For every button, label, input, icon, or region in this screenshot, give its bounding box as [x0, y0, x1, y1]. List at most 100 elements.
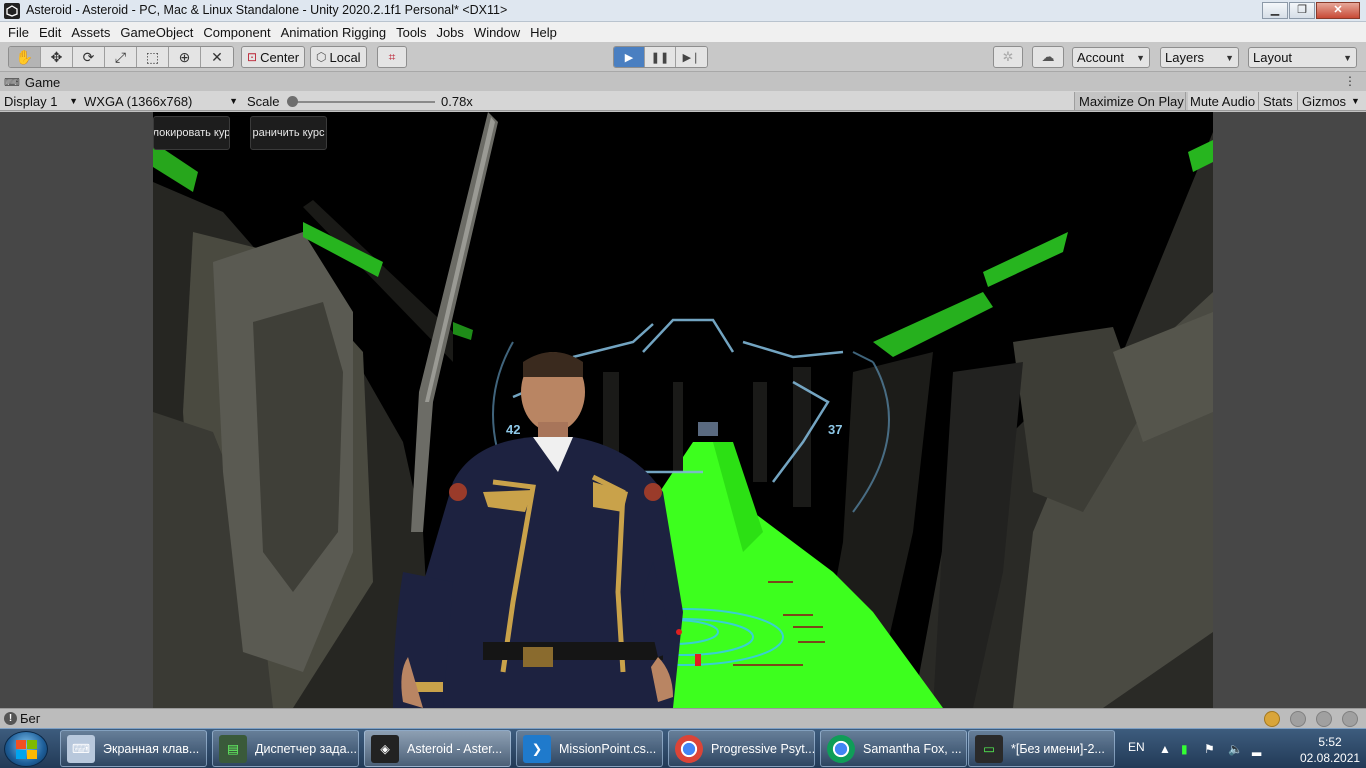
minimize-button[interactable]: ▁ [1262, 2, 1288, 19]
layout-label: Layout [1253, 50, 1293, 65]
layout-dropdown[interactable]: Layout ▼ [1248, 47, 1357, 68]
pivot-center-toggle[interactable]: ⊡ Center [241, 46, 306, 68]
mute-audio-toggle[interactable]: Mute Audio [1185, 92, 1259, 110]
lock-cursor-button[interactable]: локировать кур [153, 116, 230, 150]
cloud-button[interactable]: ☁ [1032, 46, 1064, 68]
hand-tool-icon[interactable]: ✋ [9, 47, 41, 67]
task-unity[interactable]: ◈ Asteroid - Aster... [364, 730, 511, 767]
network-activity-icon[interactable]: ▮ [1181, 742, 1193, 756]
status-bar: ! Бег [0, 708, 1366, 728]
task-task-manager[interactable]: ▤ Диспетчер зада... [212, 730, 359, 767]
scale-slider-handle[interactable] [287, 96, 299, 107]
menu-help[interactable]: Help [525, 25, 562, 40]
chevron-down-icon: ▼ [69, 96, 78, 106]
chrome-icon [827, 734, 855, 763]
menu-jobs[interactable]: Jobs [431, 25, 468, 40]
move-tool-icon[interactable]: ✥ [41, 47, 73, 67]
system-clock[interactable]: 5:52 02.08.2021 [1300, 734, 1360, 766]
unity-app-icon [4, 3, 20, 19]
scale-tool-icon[interactable]: ⤢ [105, 47, 137, 67]
display-dropdown[interactable]: Display 1 ▼ [4, 91, 78, 111]
menu-bar: File Edit Assets GameObject Component An… [0, 22, 1366, 42]
pivot-label: Center [260, 49, 300, 65]
task-manager-icon: ▤ [219, 734, 247, 763]
task-label: Samantha Fox, ... [863, 741, 962, 756]
menu-tools[interactable]: Tools [391, 25, 431, 40]
menu-gameobject[interactable]: GameObject [115, 25, 198, 40]
menu-assets[interactable]: Assets [66, 25, 115, 40]
scale-label: Scale [247, 93, 280, 109]
vscode-icon: ❯ [523, 734, 551, 763]
hud-right-value: 37 [828, 422, 842, 437]
language-indicator[interactable]: EN [1128, 740, 1145, 754]
menu-component[interactable]: Component [198, 25, 275, 40]
task-paint[interactable]: ▭ *[Без имени]-2... [968, 730, 1115, 767]
info-icon: ! [4, 712, 17, 725]
bake-progress-icon[interactable] [1264, 711, 1280, 727]
step-button[interactable]: ▶❘ [676, 47, 707, 67]
maximize-button[interactable]: ❐ [1289, 2, 1315, 19]
menu-animation-rigging[interactable]: Animation Rigging [276, 25, 392, 40]
gizmos-toggle[interactable]: Gizmos [1297, 92, 1350, 110]
chevron-down-icon: ▼ [1225, 52, 1234, 63]
task-chrome-1[interactable]: Progressive Psyt... [668, 730, 815, 767]
action-center-flag-icon[interactable]: ⚑ [1204, 742, 1216, 756]
layers-dropdown[interactable]: Layers ▼ [1160, 47, 1239, 68]
cube-icon: ⬡ [316, 50, 327, 64]
gizmos-dropdown-icon[interactable]: ▼ [1351, 91, 1360, 111]
paint-icon: ▭ [975, 734, 1003, 763]
transform-tool-icon[interactable]: ⊕ [169, 47, 201, 67]
resolution-dropdown[interactable]: WXGA (1366x768) ▼ [84, 91, 238, 111]
debug-icon[interactable] [1316, 711, 1332, 727]
menu-file[interactable]: File [3, 25, 34, 40]
chevron-down-icon: ▼ [1136, 52, 1145, 63]
tab-menu-icon[interactable]: ⋮ [1344, 74, 1356, 88]
game-render-area[interactable]: 42 37 локировать кур раничить курс [153, 112, 1213, 708]
menu-edit[interactable]: Edit [34, 25, 66, 40]
pivot-space-toggle[interactable]: ⬡ Local [310, 46, 367, 68]
transform-tools: ✋ ✥ ⟳ ⤢ ⬚ ⊕ ✕ [8, 46, 234, 68]
window-title: Asteroid - Asteroid - PC, Mac & Linux St… [26, 3, 508, 17]
windows-taskbar: ⌨ Экранная клав... ▤ Диспетчер зада... ◈… [0, 728, 1366, 768]
tab-game[interactable]: ⌨ Game [4, 73, 60, 91]
space-label: Local [329, 49, 361, 65]
chrome-icon [675, 734, 703, 763]
close-button[interactable]: ✕ [1316, 2, 1360, 19]
rotate-tool-icon[interactable]: ⟳ [73, 47, 105, 67]
menu-window[interactable]: Window [469, 25, 525, 40]
collab-button[interactable]: ✲ [993, 46, 1023, 68]
pivot-icon: ⊡ [247, 50, 258, 64]
windows-logo-icon [16, 740, 37, 759]
layers-stack-icon[interactable] [1290, 711, 1306, 727]
maximize-on-play-toggle[interactable]: Maximize On Play [1074, 92, 1188, 110]
check-icon[interactable] [1342, 711, 1358, 727]
task-label: Экранная клав... [103, 741, 200, 756]
play-button[interactable]: ▶ [614, 47, 645, 67]
stats-toggle[interactable]: Stats [1258, 92, 1297, 110]
show-hidden-icons-icon[interactable]: ▲ [1159, 742, 1171, 756]
start-button[interactable] [4, 731, 48, 767]
confine-cursor-button[interactable]: раничить курс [250, 116, 327, 150]
volume-icon[interactable]: 🔈 [1228, 742, 1243, 756]
game-tab-row: ⌨ Game ⋮ [0, 73, 1366, 91]
task-label: Asteroid - Aster... [407, 741, 503, 756]
pause-button[interactable]: ❚❚ [645, 47, 676, 67]
clock-time: 5:52 [1318, 735, 1342, 749]
task-onscreen-keyboard[interactable]: ⌨ Экранная клав... [60, 730, 207, 767]
corridor-scene: 42 37 [153, 112, 1213, 708]
scale-value: 0.78x [441, 93, 473, 109]
status-message[interactable]: Бег [20, 711, 41, 726]
task-vscode[interactable]: ❯ MissionPoint.cs... [516, 730, 663, 767]
scale-slider-track[interactable] [290, 101, 435, 103]
task-chrome-2[interactable]: Samantha Fox, ... [820, 730, 967, 767]
layers-label: Layers [1165, 50, 1205, 65]
grid-snap-button[interactable]: ⌗ [377, 46, 407, 68]
custom-tool-icon[interactable]: ✕ [201, 47, 233, 67]
resolution-label: WXGA (1366x768) [84, 93, 193, 109]
rect-tool-icon[interactable]: ⬚ [137, 47, 169, 67]
signal-strength-icon[interactable]: ▂ [1252, 742, 1264, 756]
account-label: Account [1077, 50, 1124, 65]
account-dropdown[interactable]: Account ▼ [1072, 47, 1150, 68]
cloud-icon: ☁ [1041, 49, 1055, 64]
tab-game-label: Game [24, 74, 61, 90]
